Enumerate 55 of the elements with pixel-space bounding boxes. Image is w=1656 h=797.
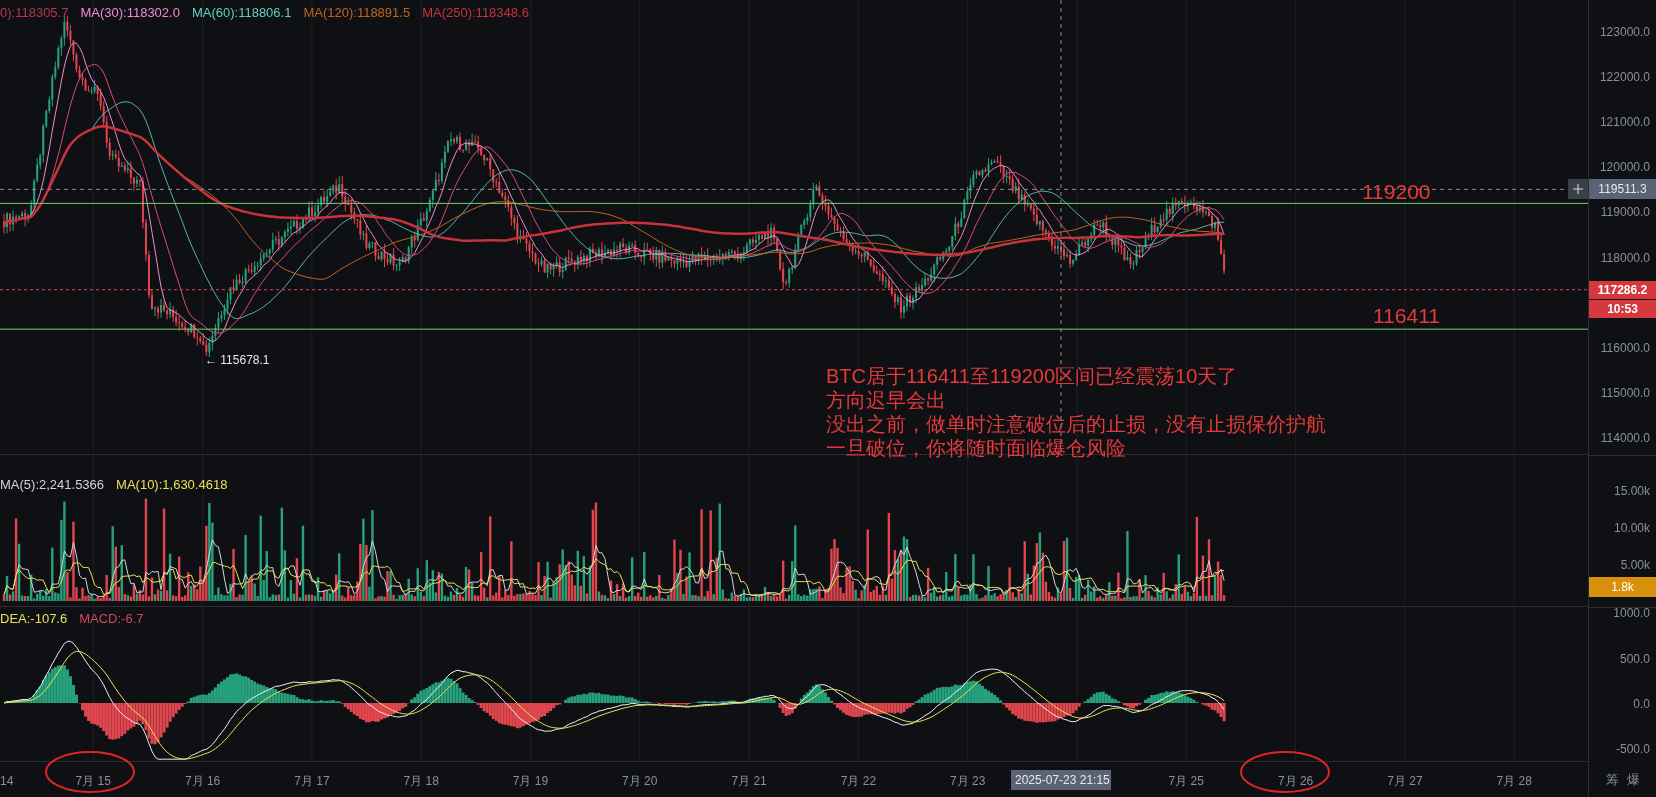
time-axis-label: 7月 27 — [1386, 773, 1424, 790]
annotation-text: BTC居于116411至119200区间已经震荡10天了 — [826, 364, 1239, 388]
macd-axis-label: 0.0 — [1633, 696, 1650, 713]
time-axis-label: 7月 25 — [1167, 773, 1205, 790]
crosshair-time-label: 2025-07-23 21:15 — [1011, 770, 1111, 790]
indicator-value: MA(5):2,241.5366 — [0, 476, 105, 494]
price-axis-label: 115000.0 — [1600, 384, 1650, 402]
indicator-value: MA(120):118891.5 — [303, 4, 411, 22]
volume-axis-label: 10.00k — [1613, 520, 1650, 537]
add-button[interactable] — [1568, 179, 1588, 199]
price-axis-label: 122000.0 — [1599, 69, 1650, 87]
indicator-value: MA(250):118348.6 — [422, 4, 529, 22]
time-axis-label: 7月 19 — [511, 773, 550, 790]
countdown-label: 10:53 — [1589, 298, 1656, 318]
annotation-text: 方向迟早会出 — [826, 388, 947, 412]
current-volume-label: 1.8k — [1589, 576, 1656, 597]
time-axis-label: 14 — [0, 773, 14, 790]
price-axis-label: 118000.0 — [1600, 249, 1650, 267]
macd-axis-label: -500.0 — [1615, 741, 1650, 759]
plus-icon — [1573, 184, 1583, 194]
low-price-marker: ← 115678.1 — [205, 352, 270, 369]
price-axis-label: 123000.0 — [1599, 24, 1650, 41]
price-axis-label: 116000.0 — [1600, 339, 1650, 357]
price-axis-label: 114000.0 — [1600, 429, 1650, 447]
annotation-text: 一旦破位，你将随时面临爆仓风险 — [826, 436, 1127, 460]
time-axis-label: 7月 15 — [74, 773, 112, 790]
price-axis-label: 121000.0 — [1599, 114, 1650, 132]
volume-axis-label: 15.00k — [1613, 483, 1650, 500]
indicator-value: MA(30):118302.0 — [80, 4, 180, 22]
crosshair-price-label: 119511.3 — [1589, 179, 1656, 200]
last-price-label: 117286.2 — [1597, 281, 1648, 299]
indicator-value: MA(10):1,630.4618 — [116, 476, 228, 494]
volume-axis-label: 5.00k — [1620, 557, 1650, 574]
time-axis-label: 7月 22 — [839, 773, 878, 790]
macd-axis-label: 1000.0 — [1613, 605, 1650, 623]
indicator-value: DEA:-107.6 — [0, 610, 68, 628]
price-axis-label: 120000.0 — [1599, 159, 1650, 177]
time-axis-label: 7月 17 — [293, 773, 331, 790]
time-axis-label: 7月 23 — [949, 773, 987, 790]
macd-axis-label: 500.0 — [1619, 650, 1650, 668]
time-axis-label: 7月 20 — [621, 773, 659, 790]
level-label: 116411 — [1373, 303, 1440, 329]
chart-tool-button[interactable]: 筹 — [1605, 769, 1619, 790]
indicator-value: MA(60):118806.1 — [191, 4, 292, 22]
time-axis-label: 7月 26 — [1276, 773, 1315, 790]
indicator-value: MACD:-6.7 — [79, 610, 144, 628]
level-label: 119200 — [1362, 179, 1431, 205]
indicator-value: 0):118305.7 — [0, 4, 69, 22]
time-axis-label: 7月 16 — [183, 773, 222, 790]
price-axis-label: 119000.0 — [1600, 204, 1650, 222]
time-axis-label: 7月 18 — [402, 773, 440, 790]
chart-tool-button[interactable]: 爆 — [1626, 769, 1640, 790]
annotation-text: 没出之前，做单时注意破位后的止损，没有止损保价护航 — [826, 412, 1326, 436]
time-axis-label: 7月 21 — [730, 773, 768, 790]
time-axis-label: 7月 28 — [1495, 773, 1533, 790]
